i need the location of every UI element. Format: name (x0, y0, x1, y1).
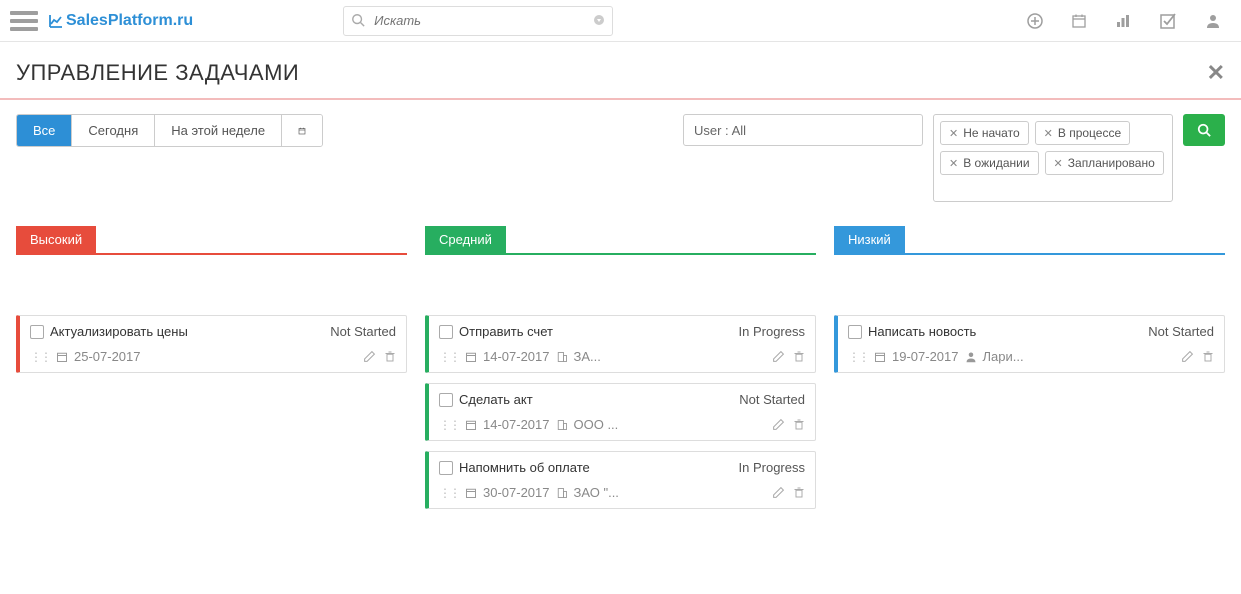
filters-row: Все Сегодня На этой неделе ✕Не начато ✕В… (0, 100, 1241, 216)
task-checkbox[interactable] (439, 325, 453, 339)
calendar-icon (56, 351, 68, 363)
person-icon (965, 351, 977, 363)
task-extra: ЗАО "... (574, 485, 619, 500)
logo[interactable]: SalesPlatform.ru (48, 12, 193, 30)
task-extra: Лари... (983, 349, 1024, 364)
task-card[interactable]: Написать новость Not Started ⋮⋮ 19-07-20… (834, 315, 1225, 373)
task-card[interactable]: Напомнить об оплате In Progress ⋮⋮ 30-07… (425, 451, 816, 509)
topbar-right (1027, 12, 1231, 30)
edit-icon[interactable] (772, 418, 785, 431)
task-title: Отправить счет (459, 324, 733, 339)
task-extra: ЗА... (574, 349, 601, 364)
remove-icon[interactable]: ✕ (949, 127, 958, 140)
edit-icon[interactable] (772, 486, 785, 499)
plus-icon[interactable] (1027, 13, 1043, 29)
trash-icon[interactable] (1202, 350, 1214, 363)
search-icon (351, 13, 365, 27)
bar-chart-icon[interactable] (1115, 13, 1131, 29)
task-title: Сделать акт (459, 392, 733, 407)
task-status: Not Started (739, 392, 805, 407)
task-card[interactable]: Отправить счет In Progress ⋮⋮ 14-07-2017… (425, 315, 816, 373)
edit-icon[interactable] (772, 350, 785, 363)
global-search (343, 6, 613, 36)
trash-icon[interactable] (384, 350, 396, 363)
task-card[interactable]: Актуализировать цены Not Started ⋮⋮ 25-0… (16, 315, 407, 373)
status-filter-box: ✕Не начато ✕В процессе ✕В ожидании ✕Запл… (933, 114, 1173, 202)
remove-icon[interactable]: ✕ (1054, 157, 1063, 170)
status-tag[interactable]: ✕В ожидании (940, 151, 1039, 175)
time-filter-group: Все Сегодня На этой неделе (16, 114, 323, 147)
drag-handle-icon[interactable]: ⋮⋮ (439, 486, 459, 500)
status-tag[interactable]: ✕Не начато (940, 121, 1029, 145)
trash-icon[interactable] (793, 486, 805, 499)
trash-icon[interactable] (793, 350, 805, 363)
calendar-icon (465, 419, 477, 431)
kanban-columns: Высокий Актуализировать цены Not Started… (0, 216, 1241, 529)
close-icon[interactable]: ✕ (1207, 60, 1225, 86)
column-header: Средний (425, 226, 506, 253)
building-icon (556, 351, 568, 363)
task-date: 25-07-2017 (74, 349, 141, 364)
task-date: 14-07-2017 (483, 349, 550, 364)
calendar-icon (465, 351, 477, 363)
chart-icon (48, 13, 64, 29)
edit-icon[interactable] (363, 350, 376, 363)
task-date: 14-07-2017 (483, 417, 550, 432)
task-checkbox[interactable] (848, 325, 862, 339)
drag-handle-icon[interactable]: ⋮⋮ (30, 350, 50, 364)
calendar-icon[interactable] (1071, 13, 1087, 29)
filter-week-button[interactable]: На этой неделе (155, 115, 282, 146)
drag-handle-icon[interactable]: ⋮⋮ (439, 350, 459, 364)
calendar-icon (874, 351, 886, 363)
filter-today-button[interactable]: Сегодня (72, 115, 155, 146)
task-status: Not Started (1148, 324, 1214, 339)
remove-icon[interactable]: ✕ (1044, 127, 1053, 140)
checkbox-icon[interactable] (1159, 12, 1177, 30)
page-header: УПРАВЛЕНИЕ ЗАДАЧАМИ ✕ (0, 42, 1241, 100)
status-tag[interactable]: ✕Запланировано (1045, 151, 1164, 175)
building-icon (556, 419, 568, 431)
column-medium: Средний Отправить счет In Progress ⋮⋮ 14… (425, 226, 816, 519)
task-checkbox[interactable] (439, 461, 453, 475)
column-header: Высокий (16, 226, 96, 253)
filter-calendar-button[interactable] (282, 115, 322, 146)
task-card[interactable]: Сделать акт Not Started ⋮⋮ 14-07-2017 ОО… (425, 383, 816, 441)
task-date: 19-07-2017 (892, 349, 959, 364)
task-status: Not Started (330, 324, 396, 339)
column-high: Высокий Актуализировать цены Not Started… (16, 226, 407, 519)
search-button[interactable] (1183, 114, 1225, 146)
drag-handle-icon[interactable]: ⋮⋮ (848, 350, 868, 364)
edit-icon[interactable] (1181, 350, 1194, 363)
menu-icon[interactable] (10, 7, 38, 35)
status-tag[interactable]: ✕В процессе (1035, 121, 1131, 145)
filter-all-button[interactable]: Все (17, 115, 72, 146)
search-input[interactable] (343, 6, 613, 36)
task-date: 30-07-2017 (483, 485, 550, 500)
drag-handle-icon[interactable]: ⋮⋮ (439, 418, 459, 432)
trash-icon[interactable] (793, 418, 805, 431)
user-filter-select[interactable] (683, 114, 923, 146)
task-extra: ООО ... (574, 417, 619, 432)
calendar-icon (465, 487, 477, 499)
task-status: In Progress (739, 324, 805, 339)
column-low: Низкий Написать новость Not Started ⋮⋮ 1… (834, 226, 1225, 519)
task-checkbox[interactable] (30, 325, 44, 339)
task-title: Актуализировать цены (50, 324, 324, 339)
user-icon[interactable] (1205, 13, 1221, 29)
task-checkbox[interactable] (439, 393, 453, 407)
remove-icon[interactable]: ✕ (949, 157, 958, 170)
topbar: SalesPlatform.ru (0, 0, 1241, 42)
task-title: Напомнить об оплате (459, 460, 733, 475)
chevron-down-icon[interactable] (593, 14, 605, 26)
page-title: УПРАВЛЕНИЕ ЗАДАЧАМИ (16, 60, 299, 86)
column-header: Низкий (834, 226, 905, 253)
task-status: In Progress (739, 460, 805, 475)
logo-text: SalesPlatform.ru (66, 12, 193, 30)
building-icon (556, 487, 568, 499)
task-title: Написать новость (868, 324, 1142, 339)
